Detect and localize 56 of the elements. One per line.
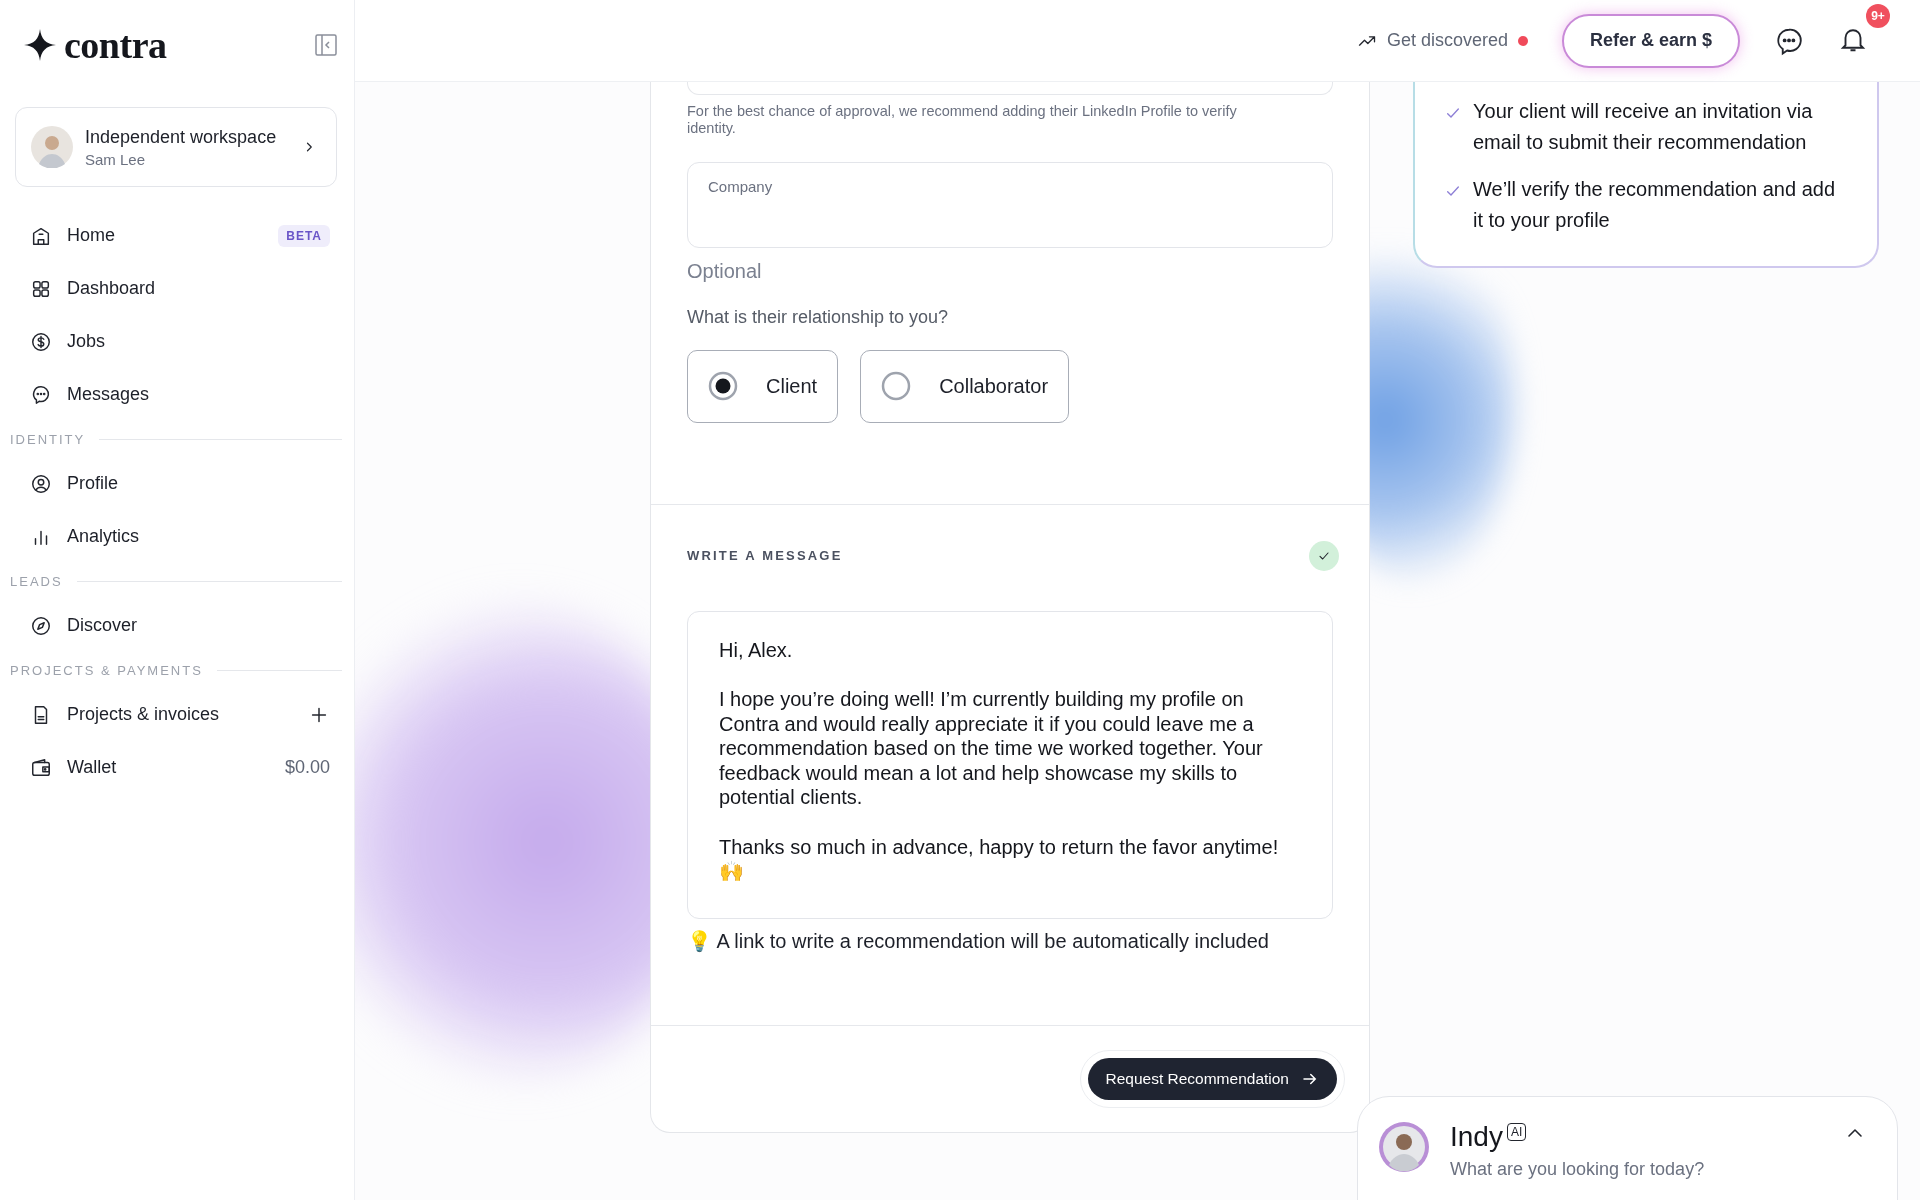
sidebar-item[interactable]: Messages xyxy=(10,368,342,421)
assistant-name: Indy xyxy=(1450,1121,1503,1153)
wallet-icon xyxy=(30,756,52,779)
user-icon xyxy=(30,472,52,495)
hint-text: For the best chance of approval, we recommend adding their LinkedIn Profile to verify identity. xyxy=(687,103,1238,138)
nav-label: Analytics xyxy=(67,526,141,547)
request-button[interactable]: Request Recommendation xyxy=(1088,1057,1337,1100)
info-point: We’ll verify the recommendation and add it to your profile xyxy=(1473,177,1837,233)
optional-label: Optional xyxy=(687,259,763,283)
logo-icon xyxy=(24,29,56,61)
nav-label: Messages xyxy=(67,384,151,405)
nav-label: Profile xyxy=(67,473,120,494)
radio-option[interactable]: Collaborator xyxy=(860,349,1070,423)
dollar-icon xyxy=(30,330,52,353)
company-field[interactable]: Company xyxy=(687,161,1333,248)
sidebar-toggle-icon[interactable] xyxy=(314,33,338,57)
sidebar-item[interactable]: Analytics xyxy=(10,510,342,563)
sidebar-item[interactable]: Jobs xyxy=(10,315,342,368)
beta-badge: BETA xyxy=(278,224,330,247)
sidebar-item[interactable]: Projects & invoices xyxy=(10,688,342,741)
section-heading: PROJECTS & PAYMENTS xyxy=(10,662,203,678)
section-heading: IDENTITY xyxy=(10,431,86,447)
nav-label: Wallet xyxy=(67,757,118,778)
section-heading: LEADS xyxy=(10,573,63,589)
sidebar-item[interactable]: Home BETA xyxy=(10,209,342,262)
ai-tag: AI xyxy=(1506,1123,1527,1141)
section-heading: WRITE A MESSAGE xyxy=(687,548,843,564)
nav-label: Projects & invoices xyxy=(67,704,221,725)
nav-label: Dashboard xyxy=(67,278,157,299)
nav-label: Jobs xyxy=(67,331,107,352)
sidebar-item[interactable]: Discover xyxy=(10,599,342,652)
message-field[interactable]: Hi, Alex. I hope you’re doing well! I’m currently building my profile on Contra and would really appreciate it if you could leave me a recommendation based on the time we worked together. Your feedback would mean a lot and help showcase my skills to potential clients. Thanks so much in advance, happy to return the favor anytime! 🙌 xyxy=(687,610,1333,919)
sidebar-item[interactable]: Dashboard xyxy=(10,262,342,315)
workspace-switcher[interactable]: Independent workspace Sam Lee xyxy=(15,107,337,187)
assistant-prompt: What are you looking for today? xyxy=(1450,1159,1706,1180)
logo-text: contra xyxy=(64,23,167,67)
get-discovered-link[interactable]: Get discovered xyxy=(1386,30,1508,51)
input-field[interactable] xyxy=(687,82,1333,95)
workspace-title: Independent workspace xyxy=(85,126,278,148)
sidebar-item[interactable]: Wallet $0.00 xyxy=(10,741,342,794)
notification-count: 9+ xyxy=(1866,3,1890,28)
nav-label: Discover xyxy=(67,615,138,636)
question-label: What is their relationship to you? xyxy=(687,306,950,328)
avatar xyxy=(1378,1121,1430,1173)
refer-button[interactable]: Refer & earn $ xyxy=(1561,13,1740,68)
radio-option[interactable]: Client xyxy=(687,349,839,423)
sidebar-item[interactable]: Profile xyxy=(10,457,342,510)
nav-label: Home xyxy=(67,225,116,246)
chat-icon xyxy=(30,383,52,406)
avatar xyxy=(31,126,73,168)
info-point: Your client will receive an invitation via email to submit their recommendation xyxy=(1473,99,1814,155)
tip-text: 💡 A link to write a recommendation will be automatically included xyxy=(687,928,1270,953)
wallet-balance: $0.00 xyxy=(284,757,330,778)
user-name: Sam Lee xyxy=(85,150,147,168)
assistant-widget[interactable]: Indy AI What are you looking for today? xyxy=(1357,1096,1898,1200)
compass-icon xyxy=(30,614,52,637)
